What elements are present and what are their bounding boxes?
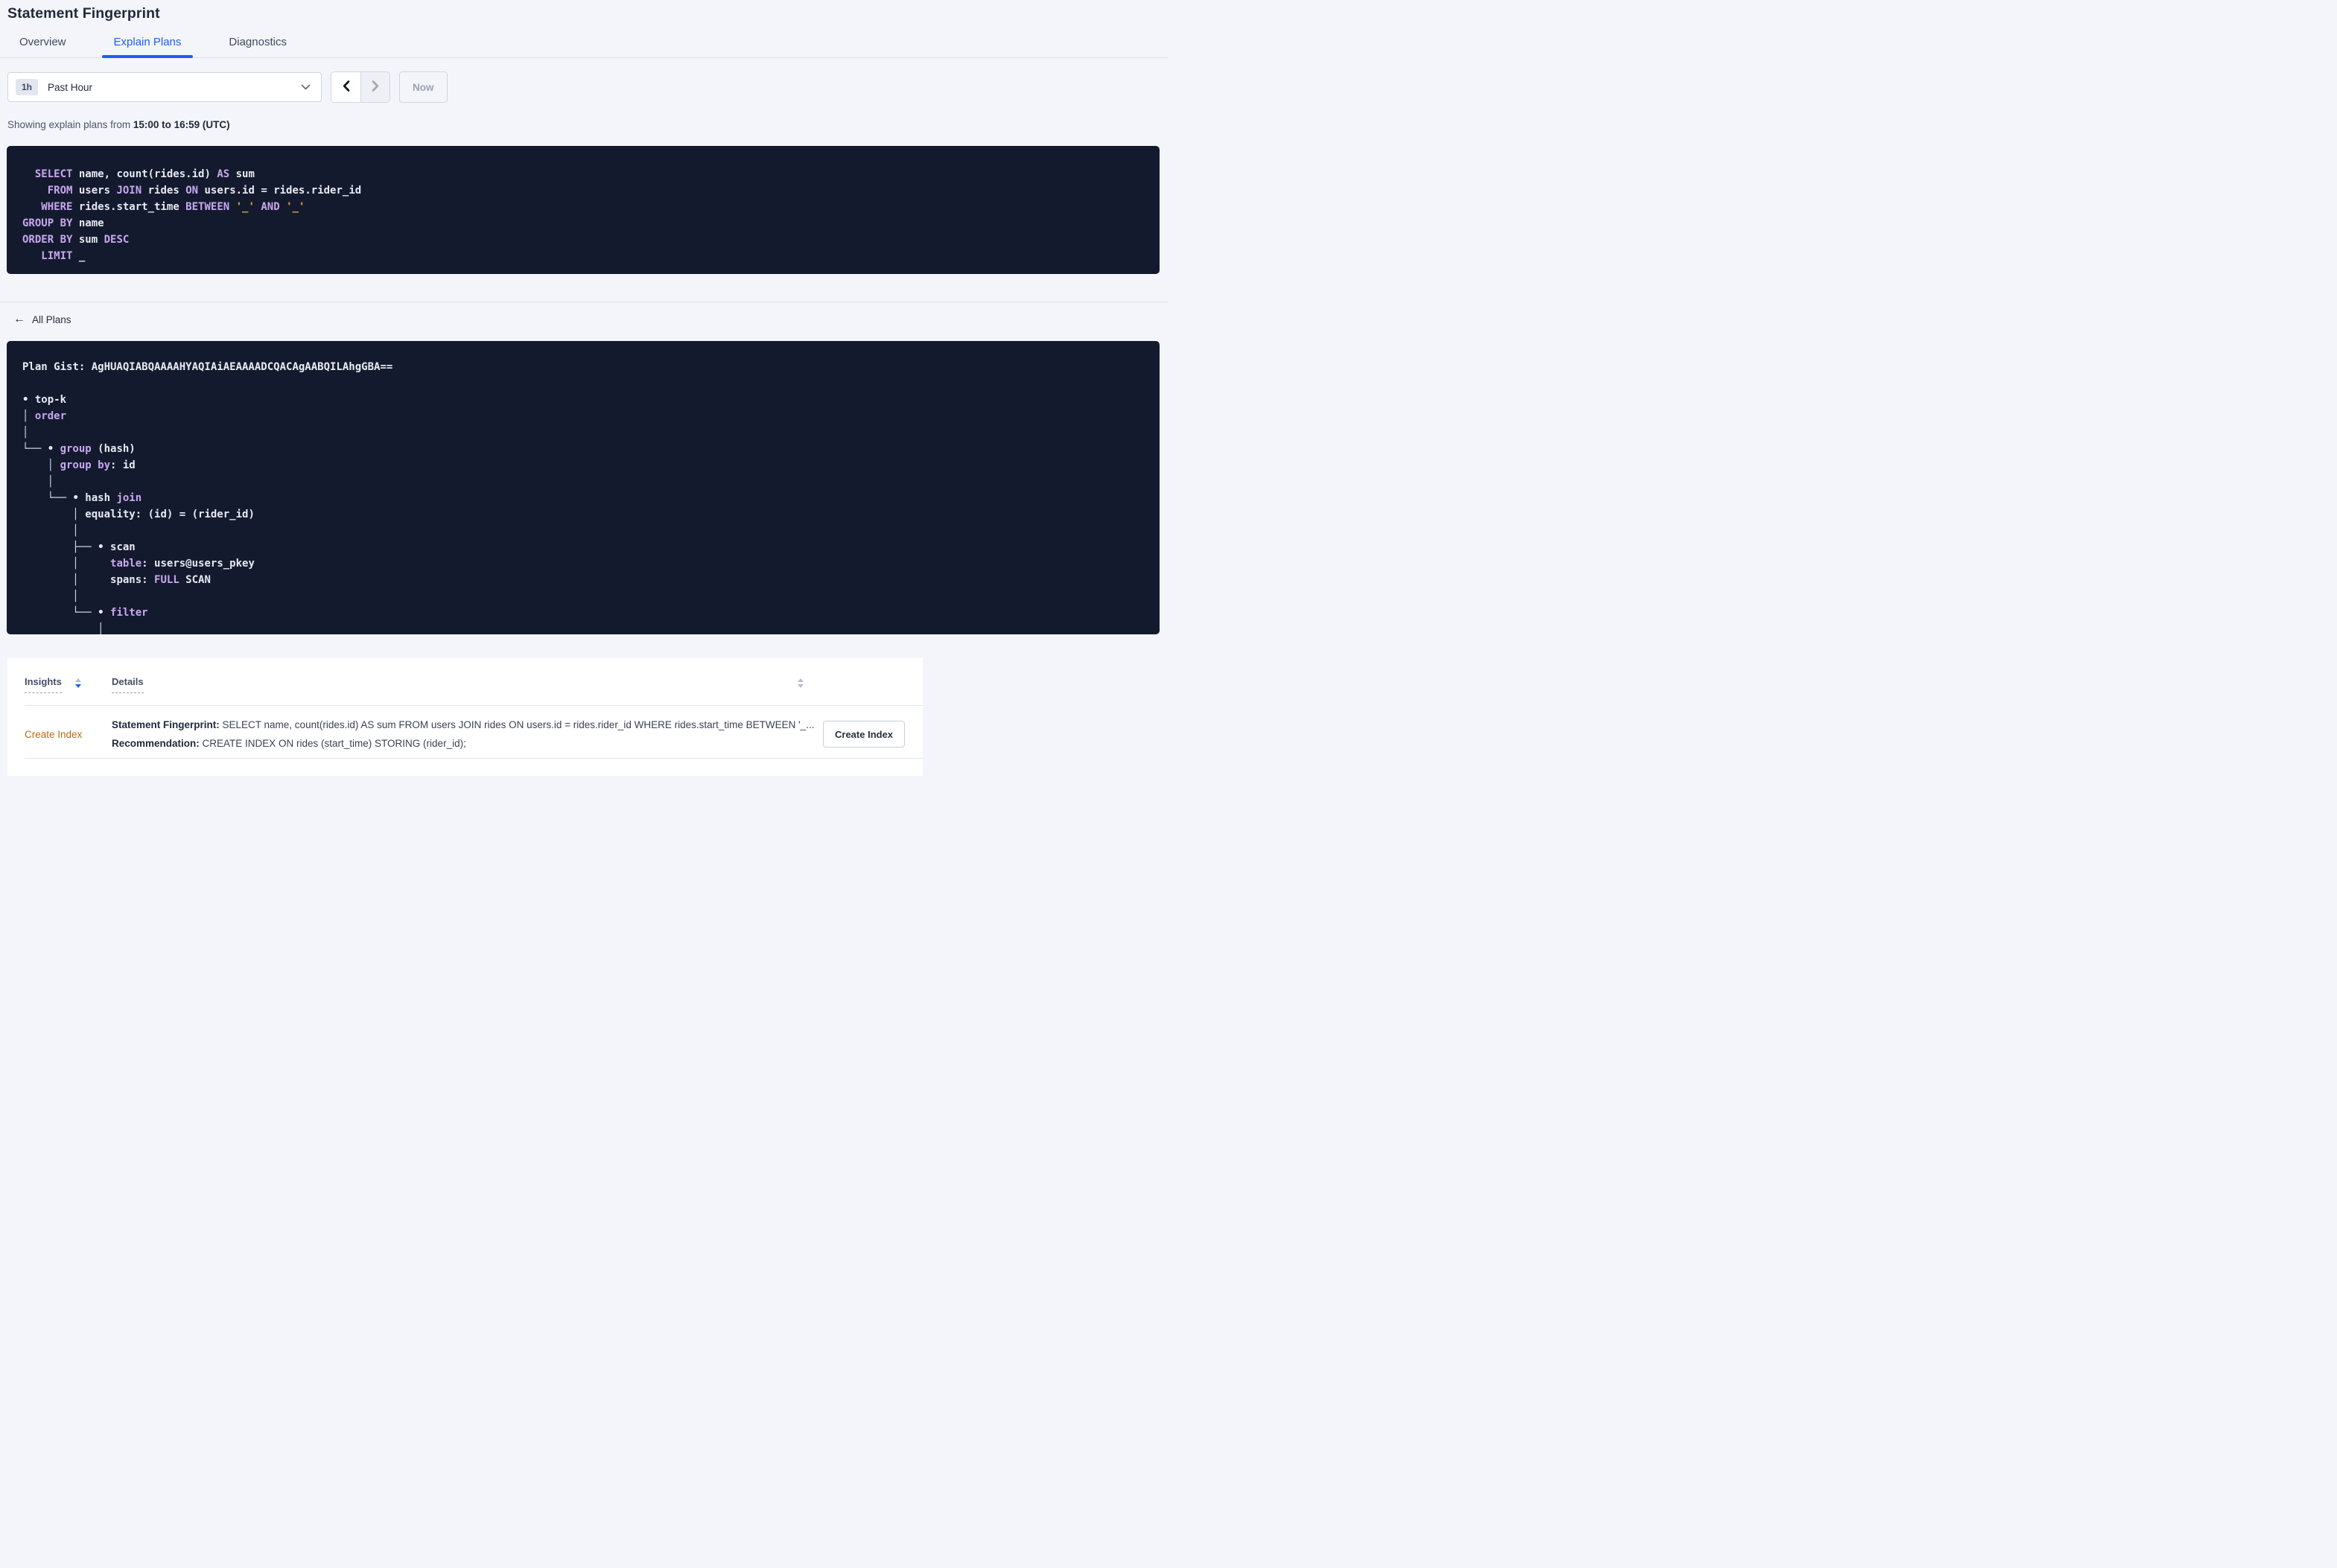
all-plans-back-link[interactable]: ← All Plans (13, 313, 71, 326)
sql-statement-block: SELECT name, count(rides.id) AS sum FROM… (7, 146, 1160, 274)
column-header-details: Details (112, 676, 923, 693)
action-cell: Create Index (823, 721, 923, 748)
showing-range-value: 15:00 to 16:59 (UTC) (133, 119, 230, 130)
chevron-right-icon (370, 80, 381, 95)
plan-gist-block: Plan Gist: AgHUAQIABQAAAAHYAQIAiAEAAAADC… (7, 341, 1160, 634)
recommendation-line: Recommendation: CREATE INDEX ON rides (s… (112, 738, 466, 749)
chevron-left-icon (341, 80, 352, 95)
tab-explain-plans[interactable]: Explain Plans (101, 31, 194, 58)
sort-icon-details[interactable] (798, 678, 804, 693)
sort-down-triangle (74, 683, 81, 688)
insights-table: Insights Details Create Index Statement … (7, 658, 923, 776)
table-row: Create Index Statement Fingerprint: SELE… (7, 706, 923, 753)
time-nav-group (331, 71, 390, 103)
insight-details: Statement Fingerprint: SELECT name, coun… (112, 716, 823, 753)
time-prev-button[interactable] (331, 72, 360, 102)
sort-up-triangle (798, 678, 804, 682)
sort-icon-insights[interactable] (74, 678, 81, 688)
all-plans-label: All Plans (32, 313, 71, 325)
tab-overview[interactable]: Overview (7, 31, 78, 57)
now-button[interactable]: Now (399, 71, 448, 103)
arrow-left-icon: ← (13, 313, 25, 325)
plan-tree: • top-k │ order │ └── • group (hash) │ grou… (22, 394, 255, 634)
insights-table-header: Insights Details (7, 658, 923, 693)
sort-up-triangle (74, 678, 81, 682)
insights-header-label[interactable]: Insights (25, 676, 62, 693)
tab-bar: Overview Explain Plans Diagnostics (0, 31, 1168, 58)
statement-fingerprint-line: Statement Fingerprint: SELECT name, coun… (112, 719, 815, 730)
row-divider (25, 758, 923, 759)
tab-diagnostics[interactable]: Diagnostics (217, 31, 299, 57)
time-range-badge: 1h (16, 79, 39, 95)
showing-range-text: Showing explain plans from 15:00 to 16:5… (7, 119, 230, 130)
time-next-button[interactable] (360, 72, 390, 102)
create-index-button[interactable]: Create Index (823, 721, 906, 748)
time-controls: 1h Past Hour Now (7, 71, 448, 103)
sort-down-triangle (798, 683, 804, 688)
plan-gist-line: Plan Gist: AgHUAQIABQAAAAHYAQIAiAEAAAADC… (22, 361, 393, 373)
page-title: Statement Fingerprint (7, 5, 160, 22)
time-range-label: Past Hour (48, 81, 93, 93)
column-header-insights: Insights (25, 676, 112, 693)
insight-type-link[interactable]: Create Index (25, 729, 112, 740)
time-range-dropdown[interactable]: 1h Past Hour (7, 72, 322, 102)
details-header-label[interactable]: Details (112, 676, 144, 693)
plan-gist-value: AgHUAQIABQAAAAHYAQIAiAEAAAADCQACAgAABQIL… (91, 361, 393, 373)
chevron-down-icon (301, 84, 311, 91)
